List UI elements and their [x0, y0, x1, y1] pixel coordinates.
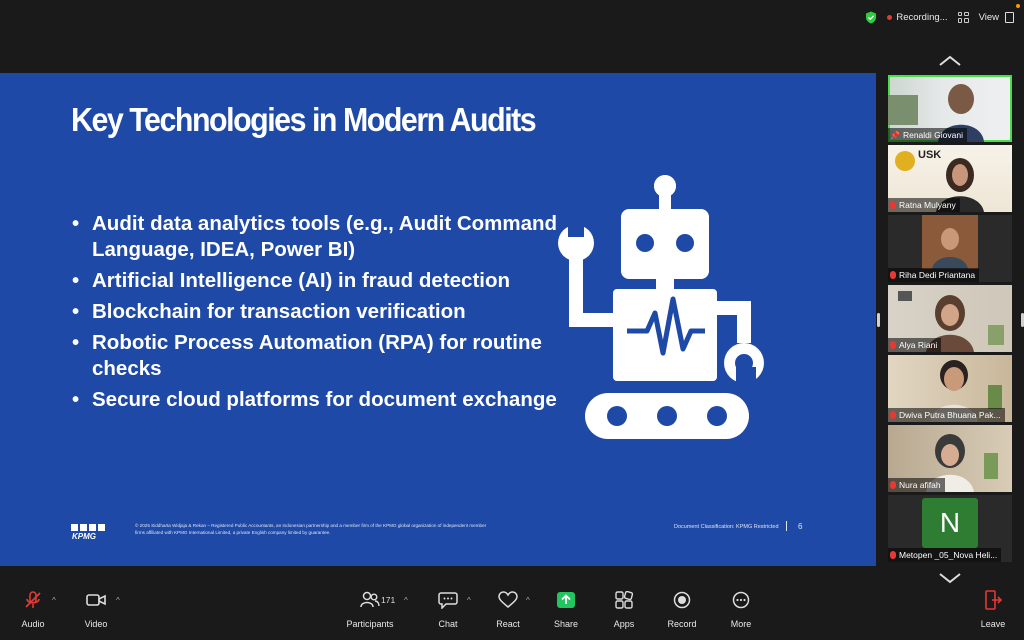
participant-gallery: 📌 Renaldi Giovani USK Ratna Mulyany Riha…	[888, 75, 1012, 565]
footer-classification: Document Classification: KPMG Restricted	[674, 524, 779, 530]
participant-tile[interactable]: Alya Riani	[888, 285, 1012, 352]
layout-icon	[1005, 11, 1014, 23]
footer-copyright: © 2025 Siddharta Widjaja & Rekan – Regis…	[135, 523, 487, 535]
panel-resize-handle[interactable]	[877, 313, 880, 327]
mic-muted-icon	[890, 271, 896, 279]
recording-indicator[interactable]: Recording...	[887, 11, 948, 23]
recording-dot-icon	[887, 14, 893, 20]
view-button[interactable]: View	[978, 11, 1014, 23]
more-options-icon	[732, 591, 750, 609]
slide-page-number: 6	[798, 522, 803, 531]
participant-tile[interactable]: USK Ratna Mulyany	[888, 145, 1012, 212]
recording-label: Recording...	[896, 11, 948, 23]
bullet-list: Audit data analytics tools (e.g., Audit …	[70, 211, 560, 418]
record-icon	[673, 591, 691, 609]
mic-muted-icon	[890, 201, 896, 209]
participant-name: Metopen _05_Nova Heli...	[899, 550, 998, 560]
mic-muted-icon	[890, 411, 896, 419]
audio-button[interactable]: Audio	[0, 590, 68, 629]
bullet-item: Audit data analytics tools (e.g., Audit …	[70, 211, 560, 263]
participant-name: Alya Riani	[899, 340, 938, 350]
participant-name: Riha Dedi Priantana	[899, 270, 976, 280]
meeting-controls-toolbar: Audio ^ Video ^ Participants 171 ^ Chat …	[0, 590, 1024, 640]
usk-background-text: USK	[918, 149, 942, 161]
more-label: More	[730, 619, 752, 629]
video-button[interactable]: Video	[61, 590, 131, 629]
participants-options-caret-icon[interactable]: ^	[404, 596, 408, 605]
audio-label: Audio	[21, 619, 45, 629]
bullet-item: Robotic Process Automation (RPA) for rou…	[70, 330, 560, 382]
view-label: View	[978, 11, 999, 23]
mic-muted-icon	[890, 341, 896, 349]
participant-name-bar: Dwiva Putra Bhuana Pak...	[888, 408, 1005, 422]
bullet-item: Artificial Intelligence (AI) in fraud de…	[70, 268, 560, 294]
participants-label: Participants	[346, 619, 394, 629]
bullet-item: Secure cloud platforms for document exch…	[70, 387, 560, 413]
chevron-up-icon[interactable]	[938, 55, 962, 67]
video-camera-icon	[86, 594, 106, 606]
share-screen-icon	[557, 592, 575, 608]
participant-name: Renaldi Giovani	[902, 130, 963, 140]
video-options-caret-icon[interactable]: ^	[116, 596, 120, 605]
participant-name-bar: Alya Riani	[888, 338, 942, 352]
participant-name-bar: Nura afifah	[888, 478, 945, 492]
video-label: Video	[84, 619, 108, 629]
mic-muted-icon	[25, 591, 41, 608]
participant-name-bar: Ratna Mulyany	[888, 198, 960, 212]
mic-muted-icon	[890, 551, 896, 559]
audio-options-caret-icon[interactable]: ^	[52, 596, 56, 605]
participant-name-bar: Metopen _05_Nova Heli...	[888, 548, 1002, 562]
participant-tile[interactable]: Nura afifah	[888, 425, 1012, 492]
react-options-caret-icon[interactable]: ^	[526, 596, 530, 605]
robot-illustration-icon	[558, 175, 764, 439]
more-button[interactable]: More	[706, 590, 776, 629]
top-status-bar: Recording... View	[865, 6, 1024, 28]
heart-react-icon	[498, 591, 518, 608]
security-shield-icon[interactable]	[865, 11, 877, 24]
participant-tile[interactable]: 📌 Renaldi Giovani	[888, 75, 1012, 142]
participants-icon	[360, 591, 380, 608]
bullet-item: Blockchain for transaction verification	[70, 299, 560, 325]
mic-muted-icon	[890, 481, 896, 489]
zoom-meeting-window: Recording... View Key Technologies in Mo…	[0, 0, 1024, 640]
footer-divider	[786, 521, 787, 531]
participant-name: Dwiva Putra Bhuana Pak...	[899, 410, 1001, 420]
participant-name: Nura afifah	[899, 480, 941, 490]
apps-icon	[615, 591, 633, 609]
grid-view-icon[interactable]	[957, 11, 969, 23]
kpmg-logo-icon: KPMG	[71, 524, 105, 540]
apps-label: Apps	[613, 619, 635, 629]
pin-icon: 📌	[890, 130, 900, 140]
shared-screen-slide: Key Technologies in Modern Audits Audit …	[0, 73, 876, 566]
leave-label: Leave	[980, 619, 1006, 629]
chat-label: Chat	[438, 619, 458, 629]
slide-title: Key Technologies in Modern Audits	[71, 101, 537, 138]
chat-options-caret-icon[interactable]: ^	[467, 596, 471, 605]
participant-tile[interactable]: Riha Dedi Priantana	[888, 215, 1012, 282]
participant-name-bar: 📌 Renaldi Giovani	[888, 128, 967, 142]
participant-avatar-initial: N	[922, 498, 978, 548]
participant-name: Ratna Mulyany	[899, 200, 956, 210]
record-label: Record	[667, 619, 697, 629]
share-label: Share	[553, 619, 579, 629]
chevron-down-icon[interactable]	[938, 572, 962, 584]
react-label: React	[496, 619, 520, 629]
kpmg-logo-text: KPMG	[72, 532, 96, 540]
leave-exit-icon	[985, 590, 1002, 610]
leave-button[interactable]: Leave	[958, 590, 1024, 629]
participant-tile[interactable]: N Metopen _05_Nova Heli...	[888, 495, 1012, 562]
participants-count: 171	[381, 595, 396, 605]
chat-bubble-icon	[438, 592, 458, 609]
participant-name-bar: Riha Dedi Priantana	[888, 268, 980, 282]
participant-tile[interactable]: Dwiva Putra Bhuana Pak...	[888, 355, 1012, 422]
